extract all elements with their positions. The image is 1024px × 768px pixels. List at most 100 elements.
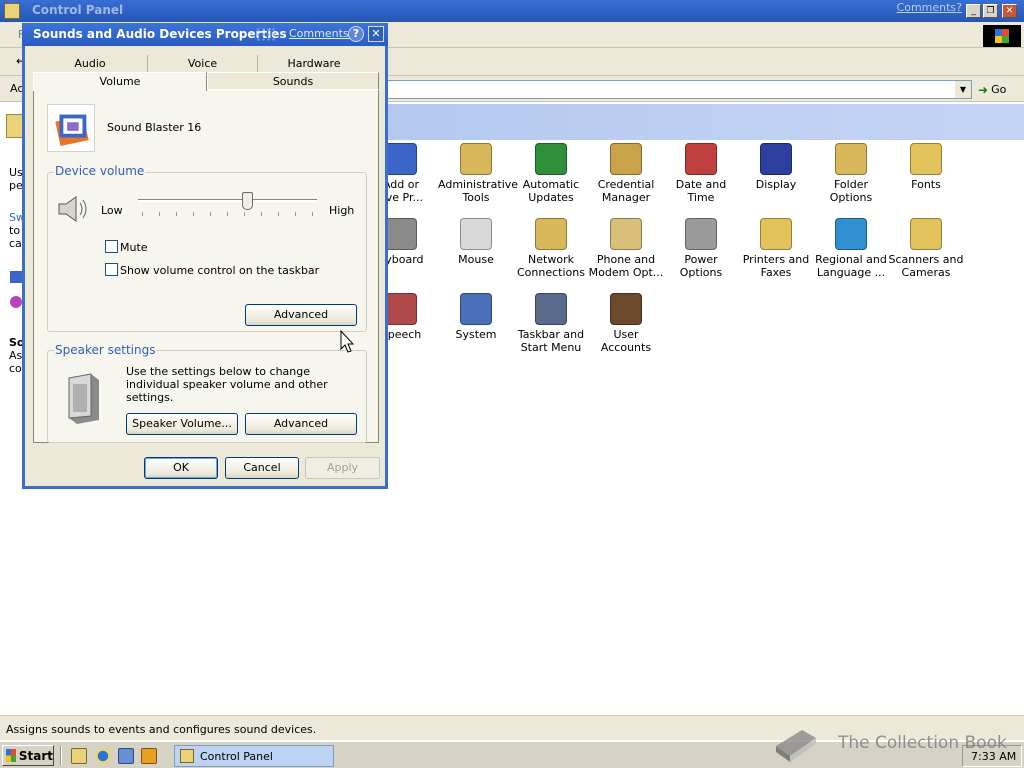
left-pane-text: As (9, 349, 23, 362)
address-input[interactable] (386, 80, 972, 99)
sound-device-icon (47, 104, 95, 152)
see-also-icon[interactable] (10, 271, 22, 283)
tab-audio[interactable]: Audio (33, 55, 148, 73)
regional-language-item[interactable]: Regional and Language ... (813, 218, 889, 279)
system-item[interactable]: System (438, 293, 514, 341)
automatic-updates-item[interactable]: Automatic Updates (513, 143, 589, 204)
tab-voice[interactable]: Voice (148, 55, 258, 73)
speaker-volume-icon (58, 196, 87, 222)
scanners-cameras-item[interactable]: Scanners and Cameras (888, 218, 964, 279)
left-pane-text: Us (9, 166, 23, 179)
troubleshooter-icon[interactable] (10, 296, 22, 308)
taskbar-start-menu-icon (535, 293, 567, 325)
dialog-close-button[interactable]: ✕ (368, 26, 384, 42)
volume-slider-track[interactable] (138, 199, 317, 202)
watermark-text: The Collection Book (838, 733, 1007, 753)
tab-sounds[interactable]: Sounds (207, 72, 379, 90)
slider-tick (142, 212, 143, 216)
date-time-icon (685, 143, 717, 175)
speaker-tower-icon (68, 373, 99, 424)
start-label: Start (18, 748, 53, 763)
slider-tick (295, 212, 296, 216)
address-dropdown-icon[interactable]: ▼ (955, 81, 971, 98)
slider-tick (210, 212, 211, 216)
ok-button[interactable]: OK (144, 457, 218, 479)
display-item[interactable]: Display (738, 143, 814, 191)
start-button[interactable]: Start (2, 745, 54, 766)
folder-options-item[interactable]: Folder Options (813, 143, 889, 204)
windows-explorer-icon[interactable] (118, 748, 134, 764)
device-volume-title: Device volume (54, 164, 146, 178)
power-options-icon (685, 218, 717, 250)
cancel-button[interactable]: Cancel (225, 457, 299, 479)
speaker-volume-button[interactable]: Speaker Volume... (126, 413, 238, 435)
apply-button[interactable]: Apply (305, 457, 380, 479)
show-desktop-icon[interactable] (71, 748, 87, 764)
regional-language-icon (835, 218, 867, 250)
volume-slider-thumb[interactable] (242, 192, 254, 210)
folder-options-icon (835, 143, 867, 175)
speech-icon (385, 293, 417, 325)
tab-hardware[interactable]: Hardware (258, 55, 370, 73)
administrative-tools-item[interactable]: Administrative Tools (438, 143, 518, 204)
slider-tick (176, 212, 177, 216)
date-time-item[interactable]: Date and Time (663, 143, 739, 204)
user-accounts-item[interactable]: User Accounts (588, 293, 664, 354)
tab-volume[interactable]: Volume (33, 72, 207, 91)
status-text: Assigns sounds to events and configures … (6, 723, 317, 736)
credential-manager-item[interactable]: Credential Manager (588, 143, 664, 204)
dialog-comments-link[interactable]: Comments? (289, 27, 354, 40)
network-connections-icon (535, 218, 567, 250)
item-label: Mouse (458, 253, 494, 266)
phone-modem-item[interactable]: Phone and Modem Opt... (588, 218, 664, 279)
item-label: Printers and Faxes (742, 253, 810, 279)
restore-button[interactable]: ❐ (983, 4, 998, 18)
power-options-item[interactable]: Power Options (663, 218, 739, 279)
mute-checkbox[interactable] (105, 240, 118, 253)
item-label: User Accounts (600, 328, 652, 354)
network-connections-item[interactable]: Network Connections (513, 218, 589, 279)
help-icon[interactable]: ? (348, 26, 364, 42)
control-panel-task-icon (180, 749, 194, 763)
go-button[interactable]: ➜ Go (978, 80, 1018, 99)
slider-tick (312, 212, 313, 216)
media-player-icon[interactable] (141, 748, 157, 764)
item-label: System (455, 328, 497, 341)
internet-explorer-icon[interactable] (95, 748, 111, 764)
close-window-button[interactable]: ✕ (1002, 4, 1017, 18)
volume-low-label: Low (101, 204, 123, 217)
display-icon (760, 143, 792, 175)
control-panel-comments-link[interactable]: Comments? (897, 1, 962, 14)
volume-high-label: High (329, 204, 355, 217)
titlebar-decoration (256, 27, 276, 43)
scanners-cameras-icon (910, 218, 942, 250)
speaker-advanced-button[interactable]: Advanced (245, 413, 357, 435)
taskbar-control-panel-button[interactable]: Control Panel (174, 745, 334, 767)
printers-faxes-icon (760, 218, 792, 250)
taskbar-start-menu-item[interactable]: Taskbar and Start Menu (513, 293, 589, 354)
show-volume-taskbar-label: Show volume control on the taskbar (120, 264, 320, 277)
item-label: Date and Time (675, 178, 727, 204)
dialog-titlebar[interactable]: Sounds and Audio Devices Properties Comm… (22, 23, 388, 46)
fonts-icon (910, 143, 942, 175)
book-icon (776, 730, 816, 762)
mouse-item[interactable]: Mouse (438, 218, 514, 266)
item-label: Display (755, 178, 797, 191)
minimize-button[interactable]: _ (966, 4, 981, 18)
control-panel-app-icon (4, 3, 20, 19)
item-label: Credential Manager (597, 178, 655, 204)
mouse-icon (460, 218, 492, 250)
item-label: Automatic Updates (522, 178, 580, 204)
windows-logo (983, 25, 1021, 47)
go-label: Go (991, 83, 1007, 96)
left-task-pane (0, 104, 24, 714)
left-pane-text: ca (9, 237, 22, 250)
item-label: Scanners and Cameras (888, 253, 964, 279)
fonts-item[interactable]: Fonts (888, 143, 964, 191)
item-label: Phone and Modem Opt... (588, 253, 664, 279)
show-volume-taskbar-checkbox[interactable] (105, 263, 118, 276)
printers-faxes-item[interactable]: Printers and Faxes (738, 218, 814, 279)
taskbar-task-label: Control Panel (200, 749, 273, 763)
device-advanced-button[interactable]: Advanced (245, 304, 357, 326)
control-panel-titlebar[interactable]: Control Panel Comments? _ ❐ ✕ (0, 0, 1024, 22)
